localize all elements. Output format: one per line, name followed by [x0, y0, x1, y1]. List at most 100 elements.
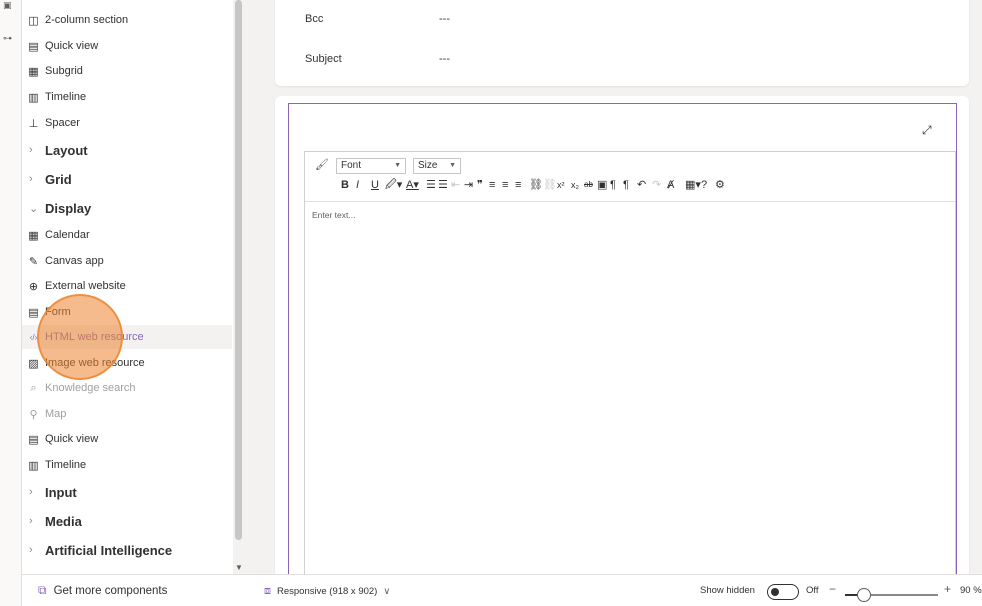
superscript-button[interactable]: x²: [557, 178, 565, 192]
increase-indent-button[interactable]: ⇥: [464, 178, 473, 192]
group-header-artificial-intelligence[interactable]: › Artificial Intelligence: [22, 537, 232, 563]
chevron-down-icon: ▼: [394, 162, 401, 169]
zoom-out-button[interactable]: −: [829, 582, 836, 596]
component-quick-view[interactable]: ▤ Quick view: [22, 34, 232, 58]
editor-toolbar: 🖌 Font ▼ Size ▼ B I U 🖉▾ A▾ ☰ ☰ ⇤ ⇥ ❞ ≡ ≡ ≡ ⛓ ⛓ x² x₂ ab ▣…: [305, 152, 955, 202]
chevron-down-icon: ⌄: [29, 202, 39, 215]
unlink-button[interactable]: ⛓: [543, 178, 557, 192]
group-label: Input: [45, 484, 77, 500]
align-right-button[interactable]: ≡: [515, 178, 521, 192]
spacer-icon: ⊥: [28, 117, 39, 130]
italic-button[interactable]: I: [356, 178, 359, 192]
size-dropdown[interactable]: Size ▼: [413, 158, 461, 174]
timeline-icon: ▥: [28, 459, 39, 472]
component-label: Spacer: [45, 117, 80, 129]
scroll-down-icon[interactable]: ▼: [235, 563, 243, 572]
component-timeline[interactable]: ▥ Timeline: [22, 85, 232, 109]
layout-size-label: Responsive (918 x 902): [277, 586, 378, 597]
bcc-value[interactable]: ---: [439, 13, 450, 25]
group-header-media[interactable]: › Media: [22, 508, 232, 534]
clear-format-button[interactable]: Ⱥ: [667, 178, 674, 192]
get-more-components-button[interactable]: ⧉ Get more components: [22, 574, 244, 606]
component-2-column-section[interactable]: ◫ 2-column section: [22, 8, 232, 32]
rich-text-editor[interactable]: 🖌 Font ▼ Size ▼ B I U 🖉▾ A▾ ☰ ☰ ⇤ ⇥ ❞ ≡ ≡ ≡ ⛓ ⛓ x² x₂ ab ▣…: [304, 151, 956, 574]
group-header-display[interactable]: ⌄ Display: [22, 195, 232, 221]
knowledge-search-icon: ⌕: [30, 381, 37, 394]
component-timeline[interactable]: ▥ Timeline: [22, 453, 232, 477]
component-image-web-resource[interactable]: ▨ Image web resource: [22, 351, 232, 375]
component-label: Quick view: [45, 40, 99, 52]
group-header-input[interactable]: › Input: [22, 479, 232, 505]
email-fields-section: Bcc --- Subject ---: [275, 0, 969, 86]
component-spacer[interactable]: ⊥ Spacer: [22, 111, 232, 135]
align-left-button[interactable]: ≡: [489, 178, 495, 192]
component-subgrid[interactable]: ▦ Subgrid: [22, 59, 232, 83]
bold-button[interactable]: B: [341, 178, 349, 192]
connector-icon[interactable]: ⊶: [3, 33, 12, 43]
numbered-list-button[interactable]: ☰: [426, 178, 436, 192]
component-label: HTML web resource: [45, 331, 144, 343]
group-header-layout[interactable]: › Layout: [22, 137, 232, 163]
component-canvas-app[interactable]: ✎ Canvas app: [22, 249, 232, 273]
decrease-indent-button[interactable]: ⇤: [451, 178, 460, 192]
editor-placeholder[interactable]: Enter text...: [312, 210, 355, 220]
group-label: Media: [45, 513, 82, 529]
zoom-slider-thumb[interactable]: [856, 588, 871, 602]
component-external-website[interactable]: ⊕ External website: [22, 274, 232, 298]
undo-button[interactable]: ↶: [637, 178, 646, 192]
align-center-button[interactable]: ≡: [502, 178, 508, 192]
subject-value[interactable]: ---: [439, 53, 450, 65]
subject-label: Subject: [305, 53, 342, 65]
layout-size-selector[interactable]: ⧈ Responsive (918 x 902) ∨: [264, 585, 390, 598]
group-label: Artificial Intelligence: [45, 542, 173, 558]
rtl-button[interactable]: ¶: [623, 178, 629, 192]
component-label: Timeline: [45, 459, 87, 471]
blockquote-button[interactable]: ❞: [477, 178, 483, 192]
component-label: Timeline: [45, 91, 87, 103]
responsive-icon: ⧈: [264, 585, 271, 597]
quick-view-icon: ▤: [28, 433, 39, 446]
component-quick-view[interactable]: ▤ Quick view: [22, 427, 232, 451]
component-label: Calendar: [45, 229, 90, 241]
component-label: Knowledge search: [45, 382, 136, 394]
quick-view-icon: ▤: [28, 40, 39, 53]
map-icon: ⚲: [29, 408, 38, 421]
settings-button[interactable]: ⚙: [715, 178, 725, 192]
chevron-right-icon: ›: [29, 486, 33, 498]
zoom-slider[interactable]: [845, 588, 938, 602]
table-button[interactable]: ▦▾: [685, 178, 701, 192]
redo-button[interactable]: ↷: [652, 178, 661, 192]
toggle-state-label: Off: [806, 585, 819, 596]
panel-scrollbar-thumb[interactable]: [235, 0, 242, 540]
group-header-grid[interactable]: › Grid: [22, 166, 232, 192]
underline-button[interactable]: U: [371, 178, 379, 192]
image-icon: ▨: [28, 357, 39, 370]
subscript-button[interactable]: x₂: [571, 178, 579, 192]
get-more-components-label: Get more components: [53, 584, 168, 597]
component-calendar[interactable]: ▦ Calendar: [22, 223, 232, 247]
highlight-button[interactable]: 🖉▾: [385, 178, 402, 192]
component-map[interactable]: ⚲ Map: [22, 402, 232, 426]
bulleted-list-button[interactable]: ☰: [438, 178, 448, 192]
show-hidden-toggle[interactable]: [767, 584, 799, 600]
panel-gap: [244, 0, 262, 574]
bcc-label: Bcc: [305, 13, 324, 25]
element-icon[interactable]: ▣: [3, 0, 12, 10]
component-form[interactable]: ▤ Form: [22, 300, 232, 324]
component-html-web-resource[interactable]: ‹/› HTML web resource: [22, 325, 232, 349]
font-color-button[interactable]: A▾: [406, 178, 419, 192]
zoom-level: 90 %: [960, 585, 982, 596]
chevron-down-icon: ▼: [449, 162, 456, 169]
component-knowledge-search[interactable]: ⌕ Knowledge search: [22, 376, 232, 400]
link-button[interactable]: ⛓: [529, 178, 543, 192]
chevron-right-icon: ›: [29, 544, 33, 556]
expand-icon[interactable]: ⤢: [922, 123, 932, 138]
strikethrough-button[interactable]: ab: [584, 178, 593, 192]
zoom-in-button[interactable]: +: [944, 582, 951, 596]
image-button[interactable]: ▣: [597, 178, 607, 192]
font-dropdown[interactable]: Font ▼: [336, 158, 406, 174]
help-button[interactable]: ?: [701, 178, 707, 192]
component-panel: ◫ 2-column section ▤ Quick view ▦ Subgrid ▥ Tim…: [22, 0, 244, 574]
ltr-button[interactable]: ¶: [610, 178, 616, 192]
format-painter-icon[interactable]: 🖌: [315, 158, 329, 171]
